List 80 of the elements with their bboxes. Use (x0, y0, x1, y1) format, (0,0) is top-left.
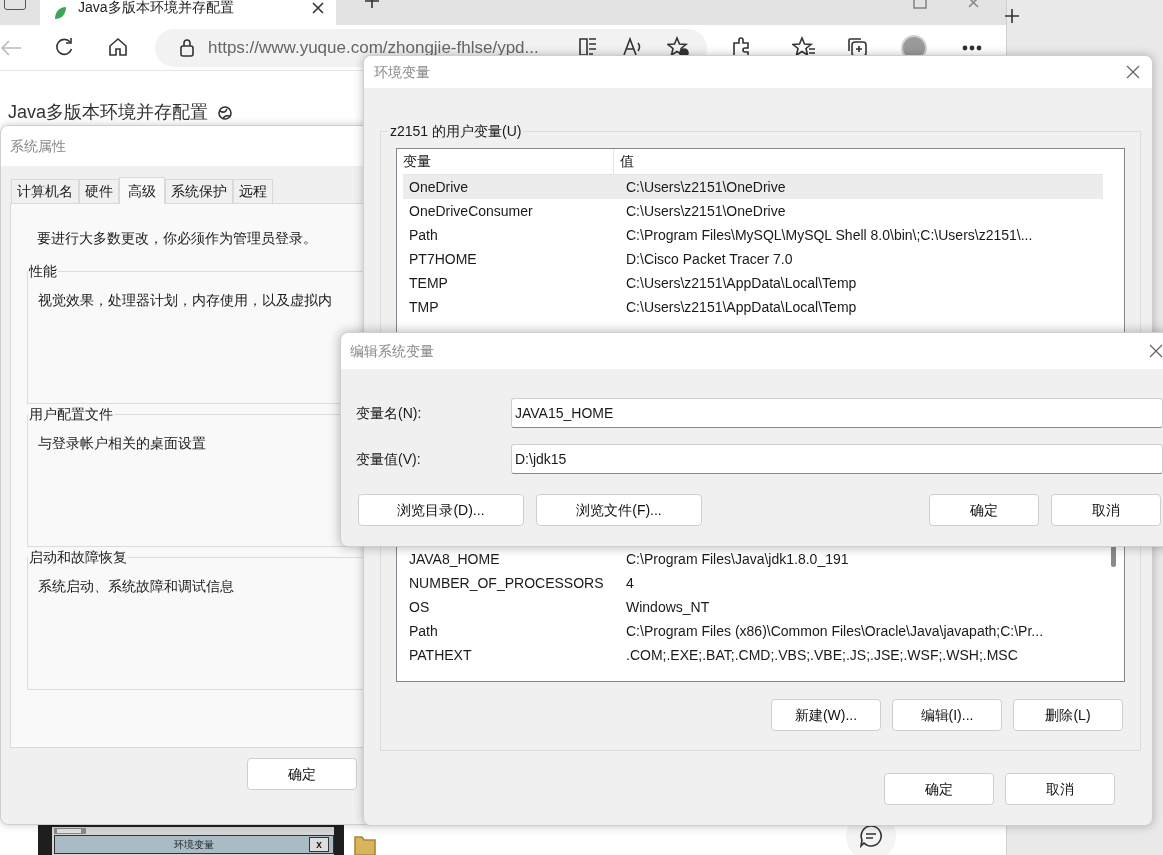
table-cell-text: OneDriveConsumer (408, 201, 534, 221)
leaf-icon (52, 4, 68, 21)
home-icon[interactable] (108, 37, 128, 57)
more-icon[interactable] (962, 45, 982, 51)
refresh-icon[interactable] (54, 37, 74, 57)
table-cell-text: 4 (625, 573, 635, 593)
url-text: https://www.yuque.com/zhongjie-fhlse/ypd... (208, 37, 539, 60)
table-cell-text: PT7HOME (408, 249, 478, 269)
page-title: Java多版本环境并存配置 (8, 101, 209, 124)
close-icon[interactable] (1126, 65, 1140, 79)
window-title: 系统属性 (10, 136, 66, 156)
field-label: 变量值(V): (356, 449, 422, 469)
table-cell-text: OS (408, 597, 431, 617)
column-header[interactable]: 值 (614, 149, 1103, 174)
column-header[interactable]: 变量 (403, 149, 614, 174)
table-cell-text: TEMP (408, 273, 449, 293)
table-cell-text: C:\Users\z2151\OneDrive (625, 177, 787, 197)
collections-icon[interactable] (846, 36, 868, 58)
folder-icon (354, 833, 376, 855)
globe-icon (218, 105, 233, 120)
table-cell-text: OneDrive (408, 177, 470, 197)
tab-title: Java多版本环境并存配置 (78, 0, 235, 17)
table-cell-text: PATHEXT (408, 645, 473, 665)
table-cell-text: C:\Users\z2151\AppData\Local\Temp (625, 273, 858, 293)
close-icon[interactable] (312, 1, 324, 14)
table-cell-text: C:\Program Files\Java\jdk1.8.0_191 (625, 549, 850, 569)
reader-icon[interactable] (578, 37, 598, 57)
table-cell-text: Windows_NT (625, 597, 711, 617)
table-cell-text: C:\Program Files\MySQL\MySQL Shell 8.0\bin\;C:\Users\z2151\... (625, 225, 1034, 245)
dialog-button[interactable]: 浏览文件(F)... (536, 494, 702, 526)
dialog-button[interactable]: 确定 (247, 758, 357, 790)
dialog-button[interactable]: 删除(L) (1013, 699, 1123, 731)
table-row[interactable]: Path C:\Program Files\MySQL\MySQL Shell 8.0\bin\;C:\Users\z2151\... (403, 223, 1103, 247)
dialog-button[interactable]: 取消 (1005, 773, 1115, 805)
browser-tab[interactable]: Java多版本环境并存配置 (40, 0, 336, 25)
field-label: 变量名(N): (356, 403, 423, 423)
tab[interactable]: 系统保护 (165, 179, 233, 203)
dialog-title: 环境变量 (174, 838, 214, 852)
table-row[interactable]: OneDrive C:\Users\z2151\OneDrive (403, 175, 1103, 199)
window-title: 编辑系统变量 (350, 341, 434, 361)
group-label: 启动和故障恢复 (28, 548, 128, 567)
group-description: 与登录帐户相关的桌面设置 (38, 434, 207, 453)
tab[interactable]: 计算机名 (11, 179, 79, 203)
input-field[interactable]: D:\jdk15 (511, 444, 1163, 474)
table-row[interactable]: TEMP C:\Users\z2151\AppData\Local\Temp (403, 271, 1103, 295)
table-cell-text: Path (408, 621, 439, 641)
table-cell-text: .COM;.EXE;.BAT;.CMD;.VBS;.VBE;.JS;.JSE;.WSF;.WSH;.MSC (625, 645, 1019, 665)
group-description: 视觉效果，处理器计划，内存使用，以及虚拟内 (38, 291, 333, 310)
dialog-button[interactable]: 确定 (929, 494, 1039, 526)
table-row[interactable]: PT7HOME D:\Cisco Packet Tracer 7.0 (403, 247, 1103, 271)
tab[interactable]: 高级 (119, 177, 165, 204)
table-row[interactable]: TMP C:\Users\z2151\AppData\Local\Temp (403, 295, 1103, 319)
lock-icon (179, 39, 195, 57)
table-cell-text: C:\Program Files (x86)\Common Files\Oracle\Java\javapath;C:\Pr... (625, 621, 1045, 641)
dialog-button[interactable]: 编辑(I)... (892, 699, 1002, 731)
star-plus-icon[interactable] (667, 36, 689, 58)
dialog-button[interactable]: 确定 (884, 773, 994, 805)
dialog-button[interactable]: 取消 (1051, 494, 1161, 526)
table-cell-text: Path (408, 225, 439, 245)
tab[interactable]: 远程 (233, 179, 273, 203)
group-label: z2151 的用户变量(U) (389, 122, 523, 141)
dialog-button[interactable]: 浏览目录(D)... (358, 494, 524, 526)
group-label: 用户配置文件 (28, 405, 114, 424)
input-field[interactable]: JAVA15_HOME (511, 398, 1163, 428)
table-cell-text: D:\Cisco Packet Tracer 7.0 (625, 249, 794, 269)
table-cell-text: NUMBER_OF_PROCESSORS (408, 573, 605, 593)
table-row[interactable]: OneDriveConsumer C:\Users\z2151\OneDrive (403, 199, 1103, 223)
table-cell-text: TMP (408, 297, 440, 317)
new-tab-icon[interactable] (1005, 9, 1019, 23)
group-description: 系统启动、系统故障和调试信息 (38, 577, 235, 596)
table-cell-text: C:\Users\z2151\AppData\Local\Temp (625, 297, 858, 317)
table-cell-text: JAVA8_HOME (408, 549, 501, 569)
table-cell-text: C:\Users\z2151\OneDrive (625, 201, 787, 221)
group-label: 性能 (28, 262, 58, 281)
tab[interactable]: 硬件 (79, 179, 119, 203)
chat-bubble-icon (859, 824, 883, 848)
favorites-icon[interactable] (792, 36, 816, 58)
close-icon[interactable] (1149, 344, 1163, 358)
notice-text: 要进行大多数更改，你必须作为管理员登录。 (37, 229, 318, 248)
dialog-button[interactable]: 新建(W)... (771, 699, 881, 731)
